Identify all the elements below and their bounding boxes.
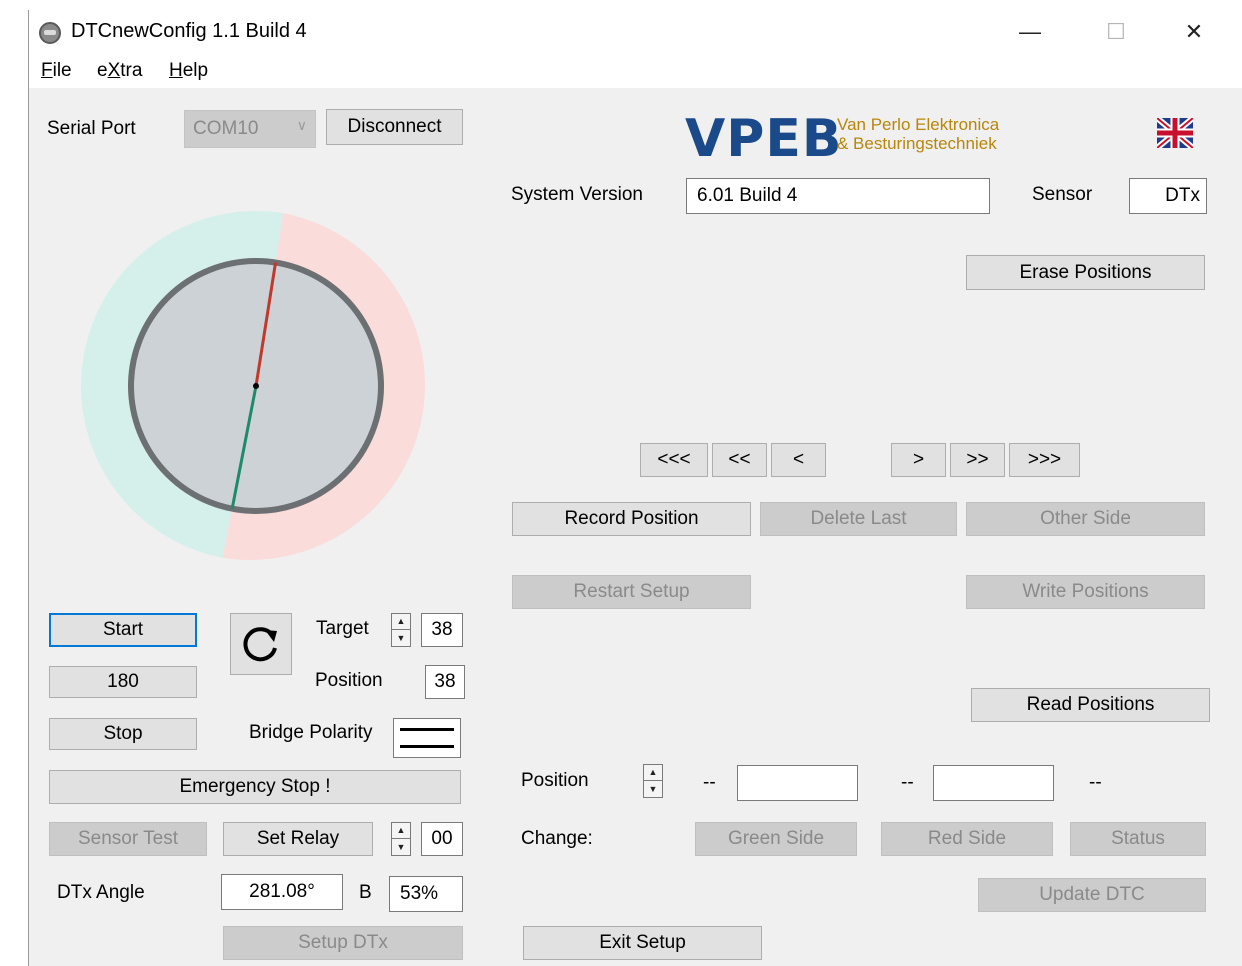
serial-port-value: COM10 — [193, 118, 259, 139]
serial-port-select[interactable]: COM10 ∨ — [184, 110, 316, 148]
bridge-polarity-label: Bridge Polarity — [249, 722, 373, 743]
position-dash-2: -- — [901, 772, 914, 793]
nav-back-fast-button[interactable]: << — [712, 443, 767, 477]
position-spinner[interactable]: ▲ ▼ — [643, 764, 663, 798]
sensor-label: Sensor — [1032, 184, 1093, 205]
sensor-field: DTx — [1129, 178, 1207, 214]
logo-tagline-1: Van Perlo Elektronica — [837, 115, 1000, 134]
refresh-button[interactable] — [230, 613, 292, 675]
exit-setup-button[interactable]: Exit Setup — [523, 926, 762, 960]
set-relay-button[interactable]: Set Relay — [223, 822, 373, 856]
system-version-label: System Version — [511, 184, 643, 205]
menu-help[interactable]: Help — [169, 60, 208, 82]
speed-button[interactable]: 180 — [49, 666, 197, 698]
chevron-down-icon: ∨ — [296, 117, 307, 133]
change-label: Change: — [521, 828, 593, 849]
target-label: Target — [316, 618, 369, 639]
position-dial — [81, 211, 425, 560]
write-positions-button[interactable]: Write Positions — [966, 575, 1205, 609]
menu-bar: File eXtra Help — [29, 54, 1242, 88]
position-label: Position — [315, 670, 383, 691]
nav-back-button[interactable]: < — [771, 443, 826, 477]
nav-forward-fast-button[interactable]: >> — [950, 443, 1005, 477]
dtx-angle-field: 281.08° — [221, 874, 343, 910]
serial-port-label: Serial Port — [47, 118, 136, 139]
position-value-field-1 — [737, 765, 858, 801]
b-label: B — [359, 882, 372, 903]
sensor-test-button[interactable]: Sensor Test — [49, 822, 207, 856]
dtx-angle-label: DTx Angle — [57, 882, 145, 903]
maximize-button[interactable]: ☐ — [1093, 14, 1139, 50]
position-row-label: Position — [521, 770, 589, 791]
polarity-line-top — [400, 728, 454, 731]
disconnect-button[interactable]: Disconnect — [326, 109, 463, 145]
position-field: 38 — [425, 665, 465, 699]
menu-file[interactable]: File — [41, 60, 72, 82]
refresh-icon — [243, 627, 277, 662]
logo-tagline-2: & Besturingstechniek — [837, 134, 997, 153]
spinner-up-icon[interactable]: ▲ — [392, 614, 410, 630]
stop-button[interactable]: Stop — [49, 718, 197, 750]
dial-hub — [253, 383, 259, 389]
minimize-button[interactable]: — — [1007, 14, 1053, 50]
other-side-button[interactable]: Other Side — [966, 502, 1205, 536]
b-field: 53% — [389, 876, 463, 912]
title-bar: DTCnewConfig 1.1 Build 4 — ☐ ✕ — [29, 10, 1242, 54]
record-position-button[interactable]: Record Position — [512, 502, 751, 536]
setup-dtx-button[interactable]: Setup DTx — [223, 926, 463, 960]
position-dash-1: -- — [703, 772, 716, 793]
uk-flag-icon[interactable] — [1157, 118, 1193, 148]
spinner-down-icon[interactable]: ▼ — [392, 839, 410, 855]
menu-extra[interactable]: eXtra — [97, 60, 142, 82]
spinner-up-icon[interactable]: ▲ — [644, 765, 662, 781]
close-button[interactable]: ✕ — [1171, 14, 1217, 50]
spinner-up-icon[interactable]: ▲ — [392, 823, 410, 839]
polarity-line-bottom — [400, 745, 454, 748]
status-button[interactable]: Status — [1070, 822, 1206, 856]
position-value-field-2 — [933, 765, 1054, 801]
logo-letters: VPEB — [685, 109, 843, 169]
delete-last-button[interactable]: Delete Last — [760, 502, 957, 536]
nav-forward-button[interactable]: > — [891, 443, 946, 477]
relay-field[interactable]: 00 — [421, 822, 463, 856]
system-version-field: 6.01 Build 4 — [686, 178, 990, 214]
window-title: DTCnewConfig 1.1 Build 4 — [71, 20, 307, 42]
restart-setup-button[interactable]: Restart Setup — [512, 575, 751, 609]
update-dtc-button[interactable]: Update DTC — [978, 878, 1206, 912]
read-positions-button[interactable]: Read Positions — [971, 688, 1210, 722]
start-button[interactable]: Start — [49, 613, 197, 647]
emergency-stop-button[interactable]: Emergency Stop ! — [49, 770, 461, 804]
bridge-polarity-indicator[interactable] — [393, 718, 461, 758]
nav-first-button[interactable]: <<< — [640, 443, 708, 477]
erase-positions-button[interactable]: Erase Positions — [966, 255, 1205, 290]
app-window: DTCnewConfig 1.1 Build 4 — ☐ ✕ File eXtr… — [28, 10, 1242, 966]
position-dash-3: -- — [1089, 772, 1102, 793]
spinner-down-icon[interactable]: ▼ — [392, 630, 410, 646]
main-panel: Serial Port COM10 ∨ Disconnect VPEB Van … — [29, 88, 1242, 966]
spinner-down-icon[interactable]: ▼ — [644, 781, 662, 797]
relay-spinner[interactable]: ▲ ▼ — [391, 822, 411, 856]
app-icon — [39, 22, 61, 44]
target-spinner[interactable]: ▲ ▼ — [391, 613, 411, 647]
red-side-button[interactable]: Red Side — [881, 822, 1053, 856]
nav-last-button[interactable]: >>> — [1009, 443, 1080, 477]
green-side-button[interactable]: Green Side — [695, 822, 857, 856]
target-field[interactable]: 38 — [421, 613, 463, 647]
